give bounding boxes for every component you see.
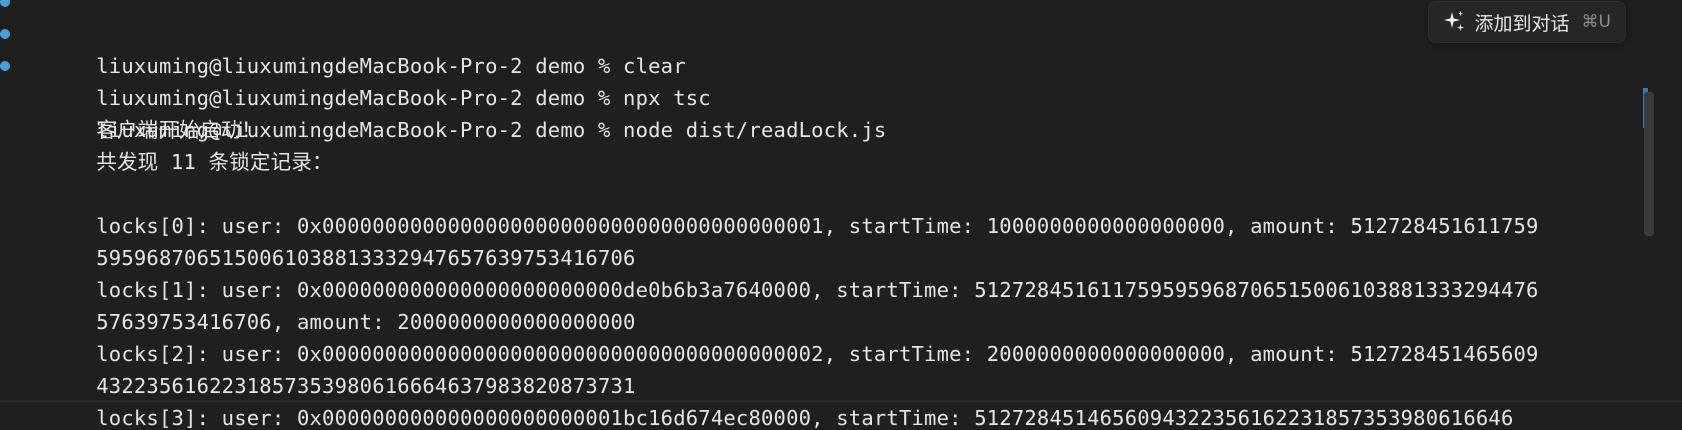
terminal-panel[interactable]: liuxuming@liuxumingdeMacBook-Pro-2 demo …	[0, 0, 1682, 430]
command-status-dot[interactable]	[0, 61, 10, 71]
scrollbar-thumb[interactable]	[1644, 92, 1654, 236]
terminal-line: liuxuming@liuxumingdeMacBook-Pro-2 demo …	[0, 50, 1682, 142]
terminal-line: 客户端开始启动！	[0, 82, 1682, 142]
add-to-chat-label: 添加到对话	[1474, 12, 1570, 35]
panel-divider	[0, 400, 1682, 402]
terminal-output: liuxuming@liuxumingdeMacBook-Pro-2 demo …	[0, 0, 1682, 430]
terminal-line: locks[2]: user: 0x0000000000000000000000…	[0, 306, 1682, 366]
terminal-line: 4322356162231857353980616664637983820873…	[0, 338, 1682, 398]
keyboard-shortcut: ⌘U	[1581, 12, 1611, 32]
command-status-dot[interactable]	[0, 0, 10, 7]
terminal-line: 共发现 11 条锁定记录：	[0, 114, 1682, 174]
command-status-dot[interactable]	[0, 29, 10, 39]
terminal-line: 57639753416706, amount: 2000000000000000…	[0, 274, 1682, 334]
sparkle-icon	[1443, 11, 1464, 31]
terminal-line: locks[3]: user: 0x0000000000000000000000…	[0, 370, 1682, 430]
terminal-line: locks[1]: user: 0x0000000000000000000000…	[0, 242, 1682, 302]
terminal-line: 5959687065150061038813332947657639753416…	[0, 210, 1682, 270]
terminal-line-text: locks[3]: user: 0x0000000000000000000000…	[96, 406, 1514, 430]
add-to-chat-button[interactable]: 添加到对话 ⌘U	[1427, 1, 1626, 43]
terminal-line: locks[0]: user: 0x0000000000000000000000…	[0, 178, 1682, 238]
